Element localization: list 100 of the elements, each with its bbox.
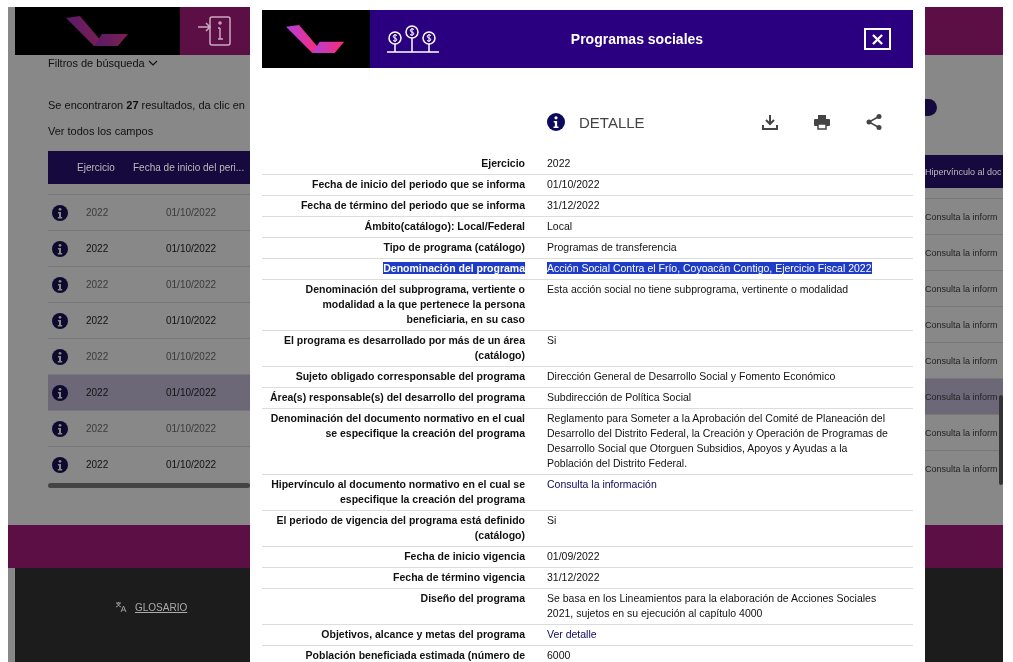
table-row[interactable]: 2022 01/10/2022 — [48, 374, 250, 410]
field-label: Denominación del documento normativo en el cual se especifique la creación del programa — [270, 412, 525, 439]
field-value: Programas de transferencia — [547, 241, 677, 253]
field-label: Fecha de término vigencia — [393, 571, 525, 583]
glossary-link[interactable]: GLOSARIO — [135, 601, 188, 613]
field-value: Se basa en los Lineamientos para la elaboración de Acciones Sociales 2021, sujetos en su ejecución al capítulo 4000 — [547, 592, 877, 619]
field-label: Ámbito(catálogo): Local/Federal — [364, 220, 525, 232]
view-all-fields-link[interactable]: Ver todos los campos — [48, 125, 154, 137]
table-row[interactable]: Consulta la inform — [925, 270, 1003, 306]
field-value: 31/12/2022 — [547, 199, 600, 211]
field-label: Diseño del programa — [420, 592, 525, 604]
ribbon-logo — [286, 23, 346, 55]
table-cell: 01/10/2022 — [166, 387, 217, 398]
field-value: Reglamento para Someter a la Aprobación del Comité de Planeación del Desarrollo del Distrito Federal, la Creación y Operación de Programas de Desarrollo Social que Otorguen Subsidios, Apoyos y Ayudas a la Población del Distrito Federal. — [547, 412, 888, 469]
vertical-scrollbar[interactable] — [999, 395, 1003, 485]
close-button[interactable]: × — [863, 28, 891, 50]
table-cell-text: 2022 — [86, 279, 110, 290]
table-row[interactable]: Consulta la inform — [925, 378, 1003, 414]
table-cell: 01/10/2022 — [166, 279, 217, 290]
header-tab[interactable] — [180, 7, 250, 55]
field-link[interactable]: Consulta la información — [547, 478, 657, 490]
table-cell-text: 2022 — [86, 315, 110, 326]
table-cell-text: 2022 — [86, 351, 110, 362]
table-cell: Consulta la inform — [925, 319, 998, 330]
field-label: Denominación del programa — [383, 262, 525, 274]
download-icon[interactable] — [761, 113, 779, 131]
field-label: Tipo de programa (catálogo) — [383, 241, 525, 253]
field-label: El periodo de vigencia del programa está definido (catálogo) — [276, 514, 525, 541]
table-cell: Consulta la inform — [925, 283, 998, 294]
table-cell: 01/10/2022 — [166, 459, 217, 470]
search-filters-toggle[interactable]: Filtros de búsqueda — [48, 57, 250, 69]
field-value: Si — [547, 334, 557, 346]
field-label: Hipervínculo al documento normativo en el cual se especifique la creación del programa — [271, 478, 525, 505]
column-header: Ejercicio — [77, 162, 116, 173]
table-cell: Consulta la inform — [925, 391, 998, 402]
field-value: Local — [547, 220, 573, 232]
table-row[interactable]: Consulta la inform — [925, 198, 1003, 234]
table-cell: 01/10/2022 — [166, 423, 217, 434]
table-cell: 01/10/2022 — [166, 207, 217, 218]
field-label: Población beneficiada estimada (número de — [305, 649, 525, 661]
info-icon[interactable] — [52, 276, 68, 293]
modal-title: Programas sociales — [569, 31, 705, 47]
field-value: 01/09/2022 — [547, 550, 600, 562]
translate-icon — [115, 601, 127, 613]
field-value: Subdirección de Política Social — [547, 391, 692, 403]
table-row[interactable]: 2022 01/10/2022 — [48, 446, 250, 482]
info-icon[interactable] — [52, 456, 68, 473]
table-cell: Consulta la inform — [925, 247, 998, 258]
table-row[interactable]: 2022 01/10/2022 — [48, 302, 250, 338]
column-header: Hipervínculo al doc — [925, 166, 1002, 177]
field-value: Acción Social Contra el Frío, Coyoacán Contigo, Ejercicio Fiscal 2022 — [547, 262, 872, 274]
table-cell-text: 2022 — [86, 207, 110, 218]
table-cell: 01/10/2022 — [166, 351, 217, 362]
table-row[interactable]: 2022 01/10/2022 — [48, 194, 250, 230]
table-cell: Consulta la inform — [925, 427, 998, 438]
print-icon[interactable] — [813, 113, 831, 131]
field-label: Sujeto obligado corresponsable del programa — [295, 370, 525, 382]
field-value: 6000 — [547, 649, 571, 661]
info-icon[interactable] — [52, 204, 68, 221]
field-label: Fecha de término del periodo que se informa — [300, 199, 525, 211]
pill-button[interactable] — [925, 99, 937, 116]
field-label: El programa es desarrollado por más de un área (catálogo) — [284, 334, 525, 361]
table-cell: Consulta la inform — [925, 463, 998, 474]
table-cell-text: 2022 — [86, 387, 110, 398]
table-cell-text: 2022 — [86, 243, 110, 254]
field-link[interactable]: Ver detalle — [547, 628, 597, 640]
info-icon[interactable] — [52, 240, 68, 257]
info-icon[interactable] — [52, 420, 68, 437]
share-icon[interactable] — [865, 113, 883, 131]
section-title: DETALLE — [579, 113, 645, 131]
field-label: Denominación del subprograma, vertiente o modalidad a la que pertenece la persona beneficiaria, en su caso — [305, 283, 525, 325]
field-value: Esta acción social no tiene subprograma, vertinente o modalidad — [547, 283, 849, 295]
field-value: 31/12/2022 — [547, 571, 600, 583]
info-icon[interactable] — [52, 312, 68, 329]
table-cell: Consulta la inform — [925, 211, 998, 222]
table-cell: Consulta la inform — [925, 355, 998, 366]
table-cell: 01/10/2022 — [166, 243, 217, 254]
table-row[interactable]: Consulta la inform — [925, 306, 1003, 342]
table-cell-text: 2022 — [86, 459, 110, 470]
info-icon[interactable] — [52, 384, 68, 401]
login-info-icon — [197, 15, 233, 47]
table-row[interactable]: 2022 01/10/2022 — [48, 266, 250, 302]
results-text: Se encontraron 27 resultados, da clic en — [48, 99, 246, 111]
field-label: Área(s) responsable(s) del desarrollo del programa — [270, 391, 525, 403]
field-value: 01/10/2022 — [547, 178, 600, 190]
field-label: Objetivos, alcance y metas del programa — [321, 628, 525, 640]
table-cell: 01/10/2022 — [166, 315, 217, 326]
field-label: Ejercicio — [481, 157, 525, 169]
money-tree-icon — [386, 24, 440, 54]
horizontal-scrollbar[interactable] — [48, 483, 250, 488]
ribbon-logo — [65, 14, 130, 48]
table-cell-text: 2022 — [86, 423, 110, 434]
chevron-down-icon — [147, 60, 158, 67]
info-icon — [547, 113, 565, 131]
info-icon[interactable] — [52, 348, 68, 365]
column-header: Fecha de inicio del peri... — [133, 162, 245, 173]
table-row[interactable]: 2022 01/10/2022 — [48, 410, 250, 446]
table-row[interactable]: Consulta la inform — [925, 234, 1003, 270]
table-row[interactable]: 2022 01/10/2022 — [48, 230, 250, 266]
field-label: Fecha de inicio vigencia — [404, 550, 525, 562]
